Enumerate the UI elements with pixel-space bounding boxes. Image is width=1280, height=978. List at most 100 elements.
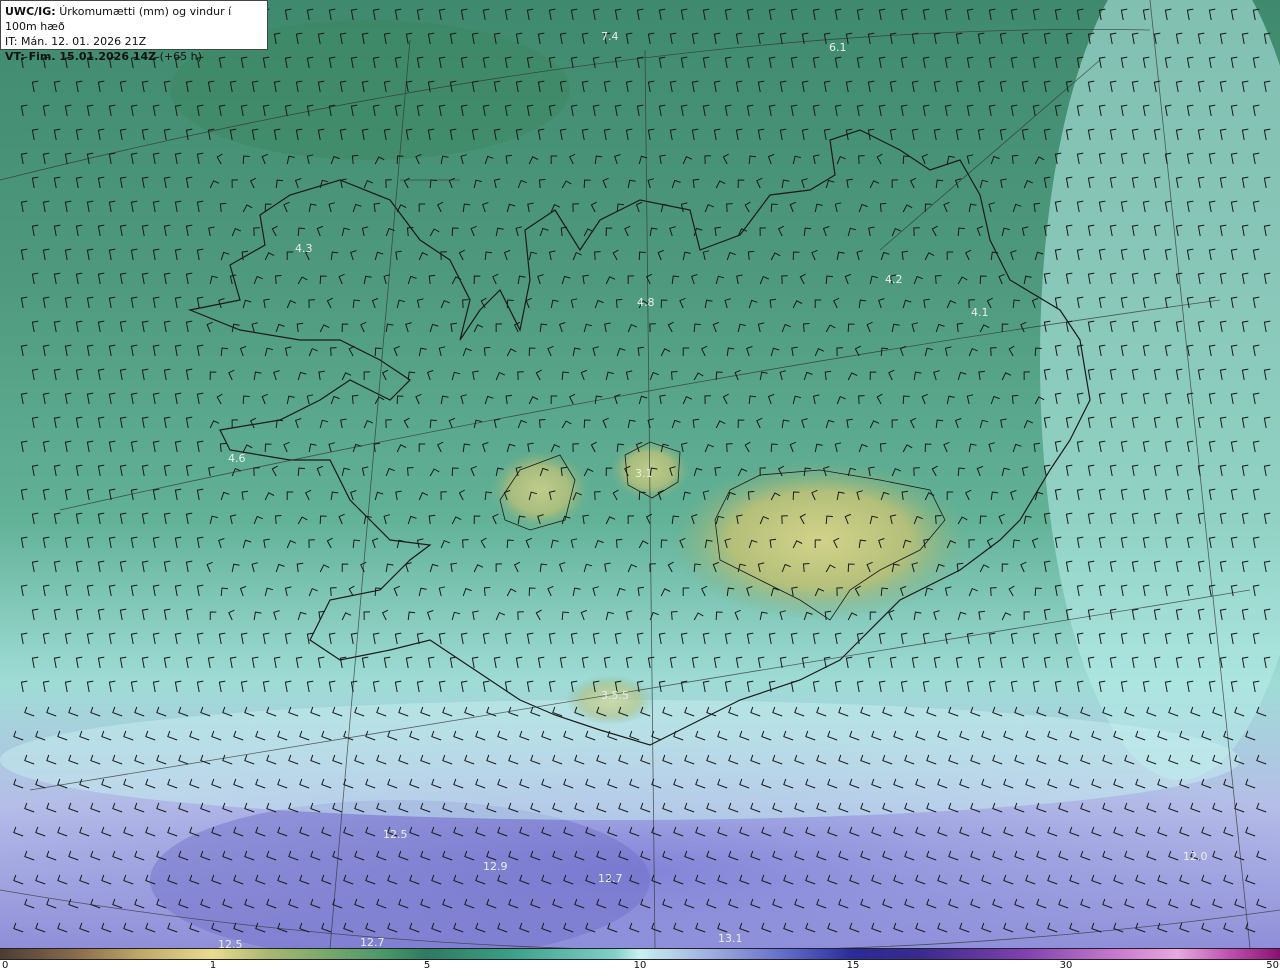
map-info-box: UWC/IG: Úrkomumætti (mm) og vindur í 100…	[0, 0, 268, 63]
wind-barb	[537, 274, 544, 285]
wind-barb	[493, 418, 501, 429]
wind-barb	[977, 656, 985, 669]
wind-barb	[979, 179, 989, 189]
wind-barb	[704, 299, 713, 309]
colorbar-tick: 1	[209, 960, 217, 971]
wind-barb	[748, 155, 757, 165]
precip-map: 7.4 6.1 4.3 4.8 4.2 4.1 4.6 3.1 3.5.5 12…	[0, 0, 1280, 948]
wind-barb	[108, 392, 116, 405]
wind-barb	[348, 585, 355, 597]
wind-barb	[1031, 537, 1039, 549]
wind-barb	[878, 56, 886, 69]
wind-barb	[680, 202, 688, 213]
wind-barb	[242, 539, 252, 549]
wind-barb	[550, 155, 558, 164]
wind-barb	[1012, 299, 1021, 309]
wind-barb	[671, 419, 681, 429]
wind-barb	[680, 56, 688, 69]
wind-barb	[152, 296, 160, 309]
wind-barb	[517, 275, 526, 285]
wind-barb	[713, 128, 721, 141]
wind-barb	[990, 491, 999, 501]
wind-barb	[426, 370, 434, 381]
wind-barb	[53, 176, 61, 189]
wind-barb	[241, 490, 249, 501]
wind-barb	[931, 465, 938, 477]
wind-barb	[218, 538, 225, 549]
wind-barb	[505, 154, 513, 165]
wind-barb	[64, 536, 72, 549]
wind-barb	[792, 395, 802, 405]
wind-barb	[988, 202, 995, 213]
wind-barb	[119, 464, 127, 477]
wind-barb	[1011, 394, 1019, 405]
wind-barb	[308, 587, 318, 597]
wind-barb	[506, 588, 517, 597]
wind-barb	[902, 444, 913, 453]
wind-barb	[326, 297, 333, 309]
wind-barb	[670, 371, 678, 381]
wind-barb	[383, 514, 391, 525]
wind-barb	[748, 299, 758, 309]
wind-barb	[31, 656, 39, 669]
wind-barb	[403, 417, 410, 429]
wind-barb	[1080, 706, 1091, 717]
wind-barb	[517, 179, 527, 189]
wind-barb	[625, 656, 633, 669]
wind-barb	[53, 416, 61, 429]
wind-barb	[660, 348, 671, 357]
wind-barb	[1010, 250, 1017, 261]
colorbar	[0, 948, 1280, 960]
wind-barb	[196, 392, 204, 405]
wind-barb	[657, 249, 664, 261]
wind-barb	[724, 680, 732, 693]
wind-barb	[548, 632, 556, 645]
wind-barb	[208, 226, 215, 237]
wind-barb	[548, 8, 556, 21]
wind-barb	[130, 440, 138, 453]
wind-barb	[174, 344, 182, 357]
wind-barb	[90, 706, 101, 717]
wind-barb	[64, 152, 72, 165]
wind-barb	[108, 440, 116, 453]
wind-barb	[913, 611, 922, 621]
wind-barb	[1023, 515, 1032, 525]
wind-barb	[482, 202, 489, 213]
wind-barb	[473, 275, 481, 285]
wind-barb	[658, 56, 666, 69]
wind-barb	[847, 323, 855, 333]
wind-barb	[692, 418, 700, 429]
wind-barb	[889, 128, 897, 141]
wind-barb	[535, 609, 542, 621]
wind-barb	[999, 32, 1007, 45]
wind-barb	[418, 492, 429, 501]
wind-barb	[163, 368, 171, 381]
wind-barb	[660, 539, 668, 549]
wind-barb	[935, 419, 944, 429]
wind-barb	[1043, 32, 1051, 45]
colorbar-tick: 0	[2, 960, 9, 971]
wind-barb	[1033, 202, 1041, 213]
wind-barb	[998, 273, 1005, 285]
wind-barb	[341, 372, 352, 381]
wind-barb	[295, 656, 303, 669]
wind-barb	[141, 224, 149, 237]
wind-barb	[638, 540, 649, 549]
wind-barb	[20, 632, 28, 645]
wind-barb	[275, 179, 284, 189]
map-value: 12.0	[1183, 850, 1208, 863]
wind-barb	[152, 104, 160, 117]
wind-barb	[86, 488, 94, 501]
wind-barb	[825, 419, 835, 429]
wind-barb	[978, 610, 985, 621]
wind-barb	[933, 370, 940, 381]
wind-barb	[242, 299, 252, 309]
wind-barb	[844, 273, 852, 285]
wind-barb	[779, 128, 787, 141]
wind-barb	[570, 8, 578, 21]
wind-barb	[968, 587, 978, 597]
wind-barb	[1043, 128, 1051, 141]
wind-barb	[858, 299, 867, 309]
wind-barb	[253, 371, 262, 381]
wind-barb	[97, 656, 105, 669]
